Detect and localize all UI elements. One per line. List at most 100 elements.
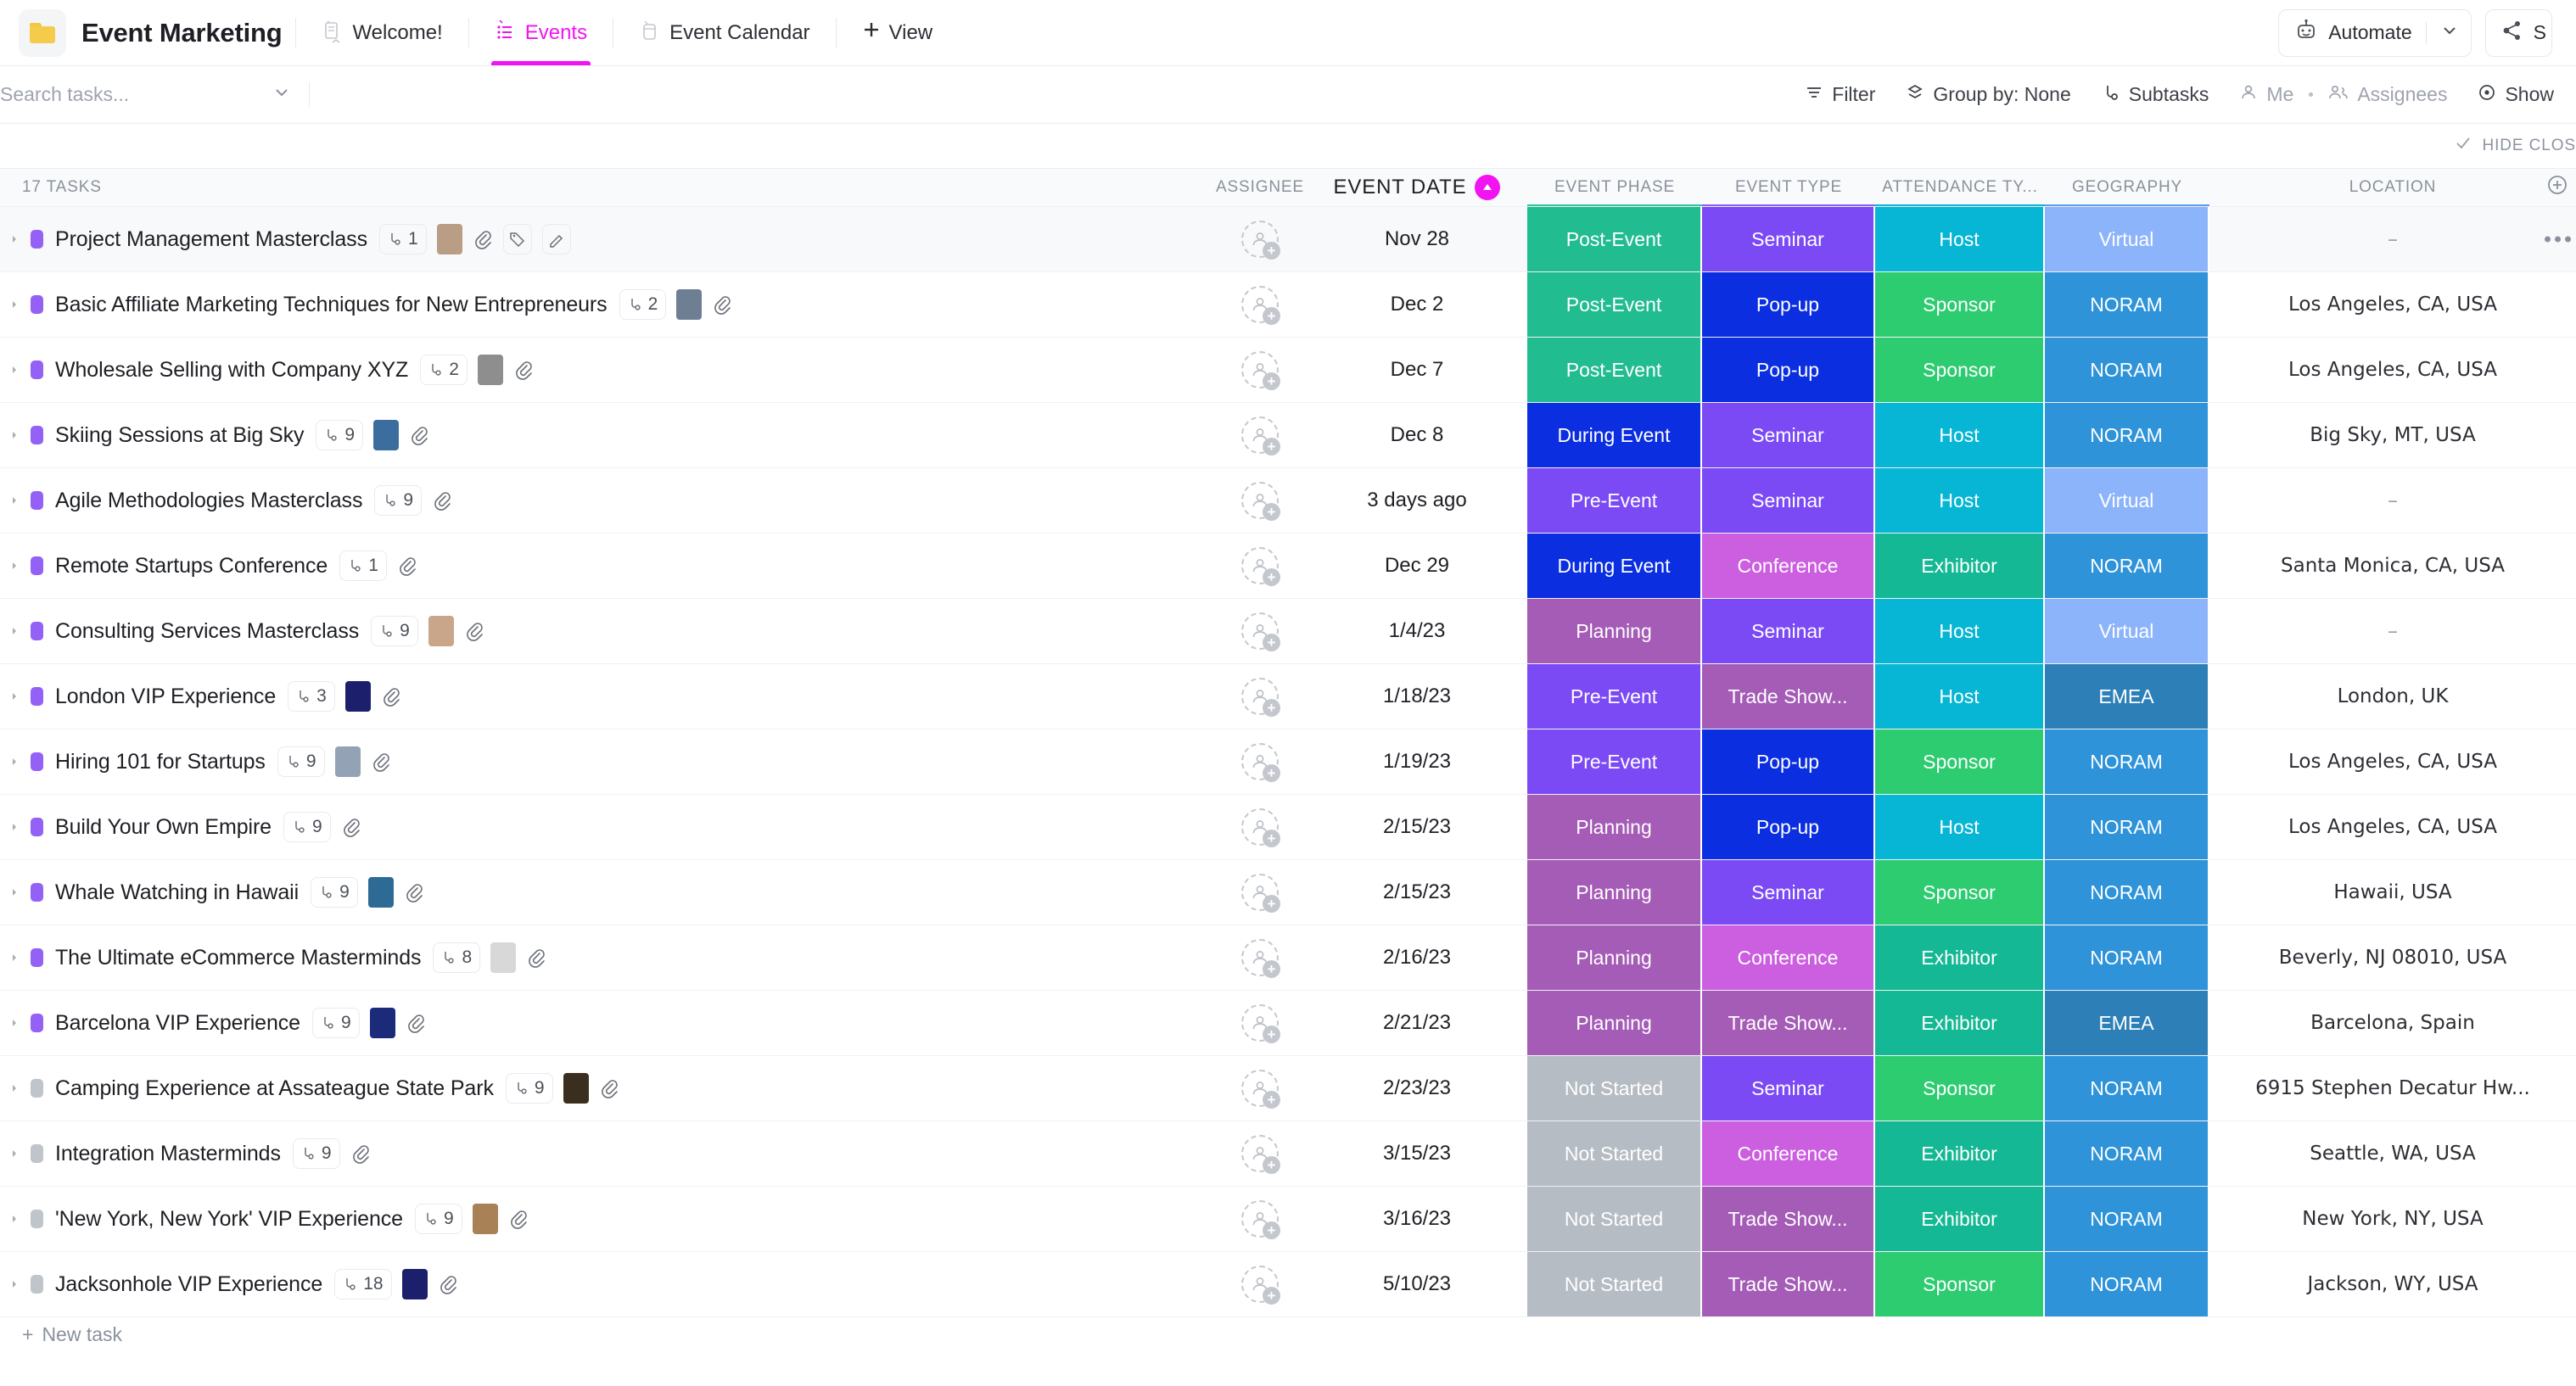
expand-caret-icon[interactable]: [5, 1213, 24, 1225]
assignee-cell[interactable]: +: [1213, 1121, 1307, 1186]
add-assignee-icon[interactable]: +: [1241, 482, 1280, 521]
expand-caret-icon[interactable]: [5, 1148, 24, 1160]
tab-welcome[interactable]: Welcome!: [310, 0, 454, 65]
event-type-cell[interactable]: Trade Show...: [1702, 1252, 1875, 1316]
attendance-type-cell[interactable]: Host: [1875, 207, 2045, 271]
event-type-cell[interactable]: Trade Show...: [1702, 991, 1875, 1055]
event-type-cell[interactable]: Pop-up: [1702, 272, 1875, 337]
column-header-event-type[interactable]: EVENT TYPE: [1702, 169, 1875, 206]
task-thumbnail[interactable]: [436, 224, 462, 254]
table-row[interactable]: Wholesale Selling with Company XYZ 2 + D…: [0, 338, 2576, 403]
geography-cell[interactable]: NORAM: [2045, 1121, 2209, 1186]
assignee-cell[interactable]: +: [1213, 664, 1307, 729]
table-row[interactable]: The Ultimate eCommerce Masterminds 8 + 2…: [0, 925, 2576, 991]
paperclip-icon[interactable]: [464, 621, 484, 641]
table-row[interactable]: Consulting Services Masterclass 9 + 1/4/…: [0, 599, 2576, 664]
event-type-cell[interactable]: Seminar: [1702, 599, 1875, 663]
status-badge[interactable]: [31, 360, 43, 379]
event-type-cell[interactable]: Conference: [1702, 1121, 1875, 1186]
task-name-cell[interactable]: Barcelona VIP Experience 9: [0, 991, 1213, 1055]
geography-cell[interactable]: NORAM: [2045, 729, 2209, 794]
subtask-count-chip[interactable]: 2: [420, 355, 468, 385]
attendance-type-cell[interactable]: Sponsor: [1875, 338, 2045, 402]
attendance-type-cell[interactable]: Sponsor: [1875, 729, 2045, 794]
show-button[interactable]: Show: [2462, 83, 2554, 107]
location-cell[interactable]: 6915 Stephen Decatur Hw...: [2209, 1056, 2576, 1121]
event-type-cell[interactable]: Seminar: [1702, 468, 1875, 533]
add-assignee-icon[interactable]: +: [1241, 1135, 1280, 1174]
event-type-cell[interactable]: Trade Show...: [1702, 664, 1875, 729]
geography-cell[interactable]: NORAM: [2045, 860, 2209, 925]
add-assignee-icon[interactable]: +: [1241, 416, 1280, 455]
task-name-cell[interactable]: Remote Startups Conference 1: [0, 534, 1213, 598]
task-thumbnail[interactable]: [477, 355, 503, 385]
assignee-cell[interactable]: +: [1213, 599, 1307, 663]
task-name-cell[interactable]: Basic Affiliate Marketing Techniques for…: [0, 272, 1213, 337]
attendance-type-cell[interactable]: Host: [1875, 468, 2045, 533]
expand-caret-icon[interactable]: [5, 560, 24, 572]
expand-caret-icon[interactable]: [5, 886, 24, 898]
assignee-cell[interactable]: +: [1213, 795, 1307, 859]
location-cell[interactable]: New York, NY, USA: [2209, 1187, 2576, 1251]
task-thumbnail[interactable]: [563, 1073, 589, 1104]
expand-caret-icon[interactable]: [5, 756, 24, 768]
location-cell[interactable]: Hawaii, USA: [2209, 860, 2576, 925]
geography-cell[interactable]: NORAM: [2045, 1187, 2209, 1251]
add-assignee-icon[interactable]: +: [1241, 221, 1280, 260]
add-assignee-icon[interactable]: +: [1241, 1200, 1280, 1239]
paperclip-icon[interactable]: [473, 229, 493, 249]
subtask-count-chip[interactable]: 1: [339, 550, 387, 581]
expand-caret-icon[interactable]: [5, 625, 24, 637]
expand-caret-icon[interactable]: [5, 364, 24, 376]
table-row[interactable]: Jacksonhole VIP Experience 18 + 5/10/23 …: [0, 1252, 2576, 1317]
table-row[interactable]: Hiring 101 for Startups 9 + 1/19/23 Pre-…: [0, 729, 2576, 795]
task-name-cell[interactable]: Jacksonhole VIP Experience 18: [0, 1252, 1213, 1316]
location-cell[interactable]: London, UK: [2209, 664, 2576, 729]
add-assignee-icon[interactable]: +: [1241, 1266, 1280, 1305]
search-input[interactable]: [0, 83, 272, 106]
add-assignee-icon[interactable]: +: [1241, 743, 1280, 782]
table-row[interactable]: London VIP Experience 3 + 1/18/23 Pre-Ev…: [0, 664, 2576, 729]
assignee-cell[interactable]: +: [1213, 860, 1307, 925]
event-date-cell[interactable]: 2/15/23: [1307, 860, 1527, 925]
location-cell[interactable]: Beverly, NJ 08010, USA: [2209, 925, 2576, 990]
task-name-cell[interactable]: Hiring 101 for Startups 9: [0, 729, 1213, 794]
geography-cell[interactable]: NORAM: [2045, 272, 2209, 337]
event-date-cell[interactable]: Dec 2: [1307, 272, 1527, 337]
table-row[interactable]: 'New York, New York' VIP Experience 9 + …: [0, 1187, 2576, 1252]
assignee-cell[interactable]: +: [1213, 534, 1307, 598]
attendance-type-cell[interactable]: Host: [1875, 599, 2045, 663]
share-button[interactable]: S: [2484, 8, 2552, 57]
subtask-count-chip[interactable]: 9: [371, 616, 418, 646]
paperclip-icon[interactable]: [406, 1013, 426, 1033]
add-assignee-icon[interactable]: +: [1241, 612, 1280, 651]
task-thumbnail[interactable]: [334, 746, 361, 777]
event-date-cell[interactable]: 1/4/23: [1307, 599, 1527, 663]
status-badge[interactable]: [31, 230, 43, 249]
location-cell[interactable]: –: [2209, 468, 2576, 533]
assignee-cell[interactable]: +: [1213, 468, 1307, 533]
geography-cell[interactable]: Virtual: [2045, 207, 2209, 271]
assignee-cell[interactable]: +: [1213, 729, 1307, 794]
attendance-type-cell[interactable]: Sponsor: [1875, 272, 2045, 337]
subtask-count-chip[interactable]: 9: [414, 1204, 462, 1234]
add-assignee-icon[interactable]: +: [1241, 1070, 1280, 1109]
status-badge[interactable]: [31, 622, 43, 640]
attendance-type-cell[interactable]: Host: [1875, 664, 2045, 729]
column-header-geography[interactable]: GEOGRAPHY: [2045, 169, 2209, 206]
attendance-type-cell[interactable]: Host: [1875, 795, 2045, 859]
status-badge[interactable]: [31, 295, 43, 314]
paperclip-icon[interactable]: [409, 425, 429, 445]
event-phase-cell[interactable]: Not Started: [1527, 1056, 1702, 1121]
search-box[interactable]: [0, 81, 316, 108]
status-badge[interactable]: [31, 883, 43, 902]
add-view-button[interactable]: View: [850, 20, 945, 45]
automate-button[interactable]: Automate: [2278, 8, 2472, 57]
task-thumbnail[interactable]: [401, 1269, 428, 1299]
column-header-attendance-type[interactable]: ATTENDANCE TY...: [1875, 169, 2045, 206]
task-name-cell[interactable]: Wholesale Selling with Company XYZ 2: [0, 338, 1213, 402]
pencil-icon[interactable]: [541, 224, 571, 254]
expand-caret-icon[interactable]: [5, 495, 24, 506]
assignee-cell[interactable]: +: [1213, 403, 1307, 467]
event-phase-cell[interactable]: Pre-Event: [1527, 729, 1702, 794]
